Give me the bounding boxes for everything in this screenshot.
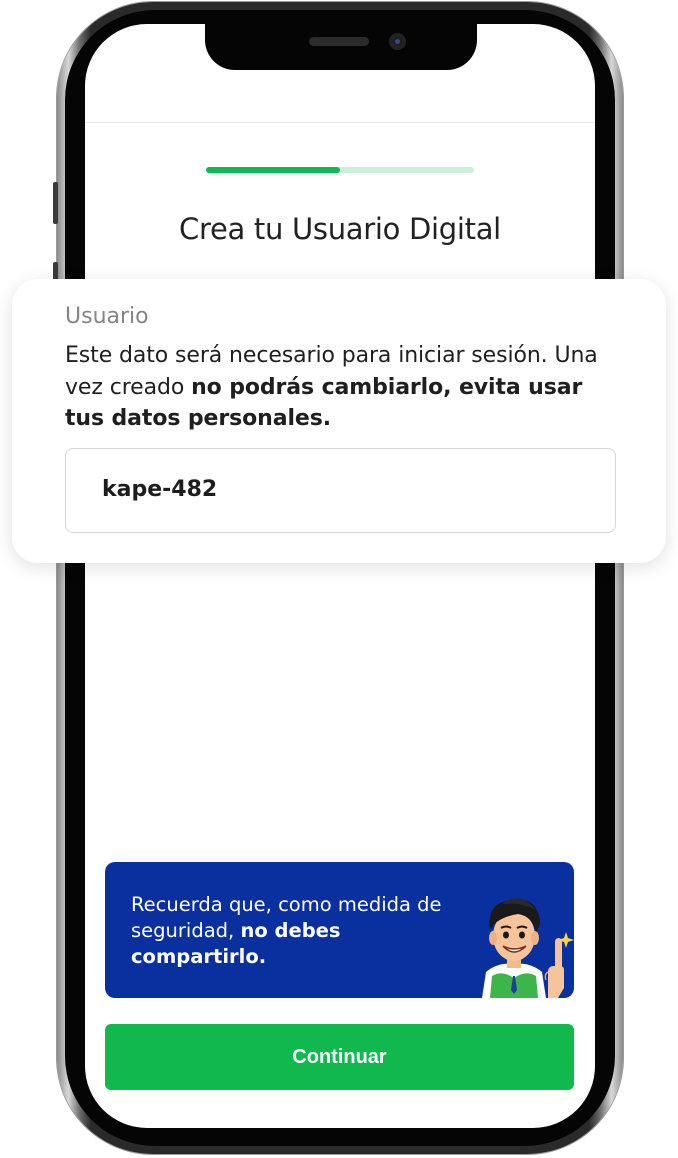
page-title: Crea tu Usuario Digital	[179, 212, 501, 246]
username-card: Usuario Este dato será necesario para in…	[12, 279, 666, 563]
mascot-man-pointing-icon	[482, 898, 574, 998]
phone-notch	[205, 20, 477, 70]
username-field[interactable]: kape-482	[65, 448, 616, 533]
username-description: Este dato será necesario para iniciar se…	[65, 340, 625, 435]
progress-bar-fill	[206, 167, 340, 173]
speaker-grille	[309, 37, 369, 46]
progress-bar	[206, 167, 474, 173]
front-camera-icon	[389, 33, 406, 50]
username-label: Usuario	[65, 304, 149, 329]
app-screen: Crea tu Usuario Digital Recuerda que, co…	[85, 24, 595, 1128]
username-value: kape-482	[102, 477, 218, 502]
continue-button[interactable]: Continuar	[105, 1024, 574, 1090]
security-banner: Recuerda que, como medida de seguridad, …	[105, 862, 574, 998]
mute-switch	[53, 182, 58, 224]
header-divider	[85, 122, 595, 123]
banner-text: Recuerda que, como medida de seguridad, …	[131, 892, 451, 970]
